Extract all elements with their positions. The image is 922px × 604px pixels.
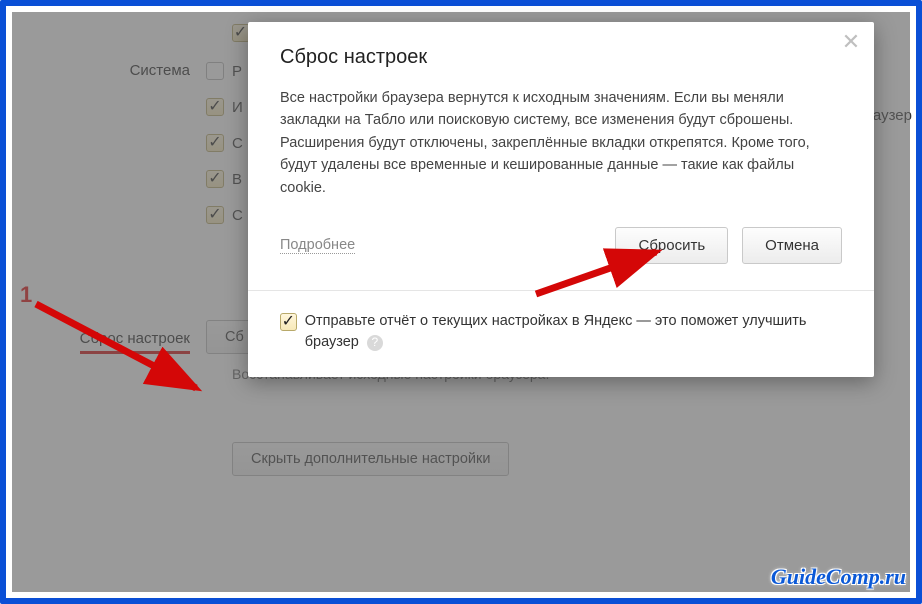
separator [248,290,874,291]
help-icon[interactable]: ? [367,335,383,351]
dialog-body: Все настройки браузера вернутся к исходн… [280,87,842,199]
reset-settings-dialog: ✕ Сброс настроек Все настройки браузера … [248,22,874,377]
close-icon[interactable]: ✕ [840,32,862,54]
reset-confirm-button[interactable]: Сбросить [615,227,728,264]
cancel-button[interactable]: Отмена [742,227,842,264]
watermark: GuideComp.ru [771,564,906,590]
details-link[interactable]: Подробнее [280,237,355,254]
checkbox-icon[interactable]: ✓ [280,313,297,331]
dialog-title: Сброс настроек [280,46,842,69]
